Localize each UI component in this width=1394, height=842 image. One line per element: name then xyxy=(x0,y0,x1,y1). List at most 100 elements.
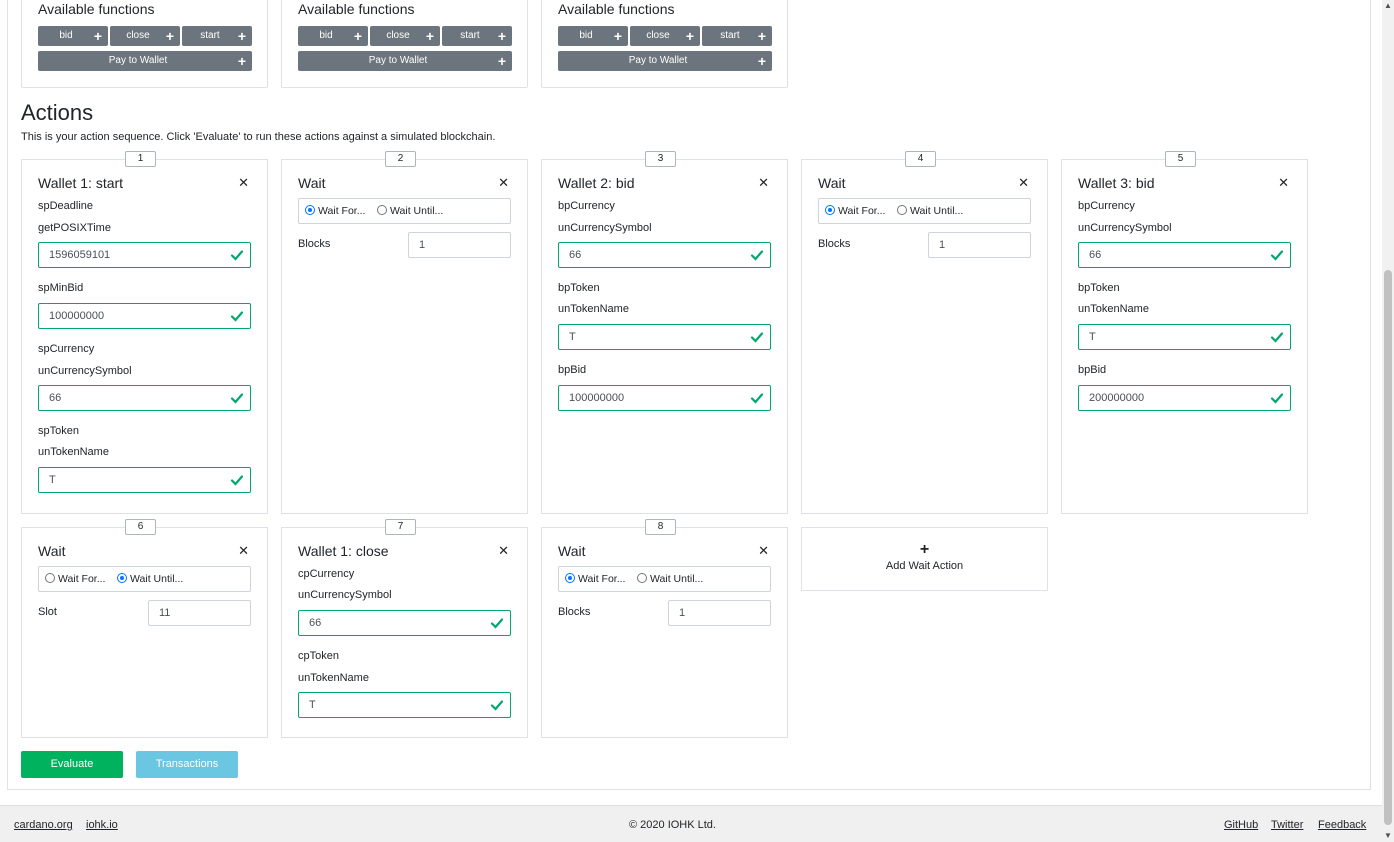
currency-symbol-input[interactable]: 66 xyxy=(298,610,511,636)
field-label: unCurrencySymbol xyxy=(558,222,652,234)
action-card-wait: 4 Wait ✕ Wait For... Wait Until... Block… xyxy=(801,151,1048,514)
field-label: unCurrencySymbol xyxy=(38,365,132,377)
close-icon[interactable]: ✕ xyxy=(498,176,509,190)
action-card-wait: 2 Wait ✕ Wait For... Wait Until... Block… xyxy=(281,151,528,514)
plus-icon: + xyxy=(757,53,766,69)
field-label: spDeadline xyxy=(38,200,94,212)
close-function-button[interactable]: close + xyxy=(370,26,440,46)
evaluate-button[interactable]: Evaluate xyxy=(21,751,123,778)
plus-icon: + xyxy=(165,28,174,44)
footer-link-github[interactable]: GitHub xyxy=(1224,819,1258,831)
field-label: bpCurrency xyxy=(558,200,615,212)
field-label: Blocks xyxy=(298,238,331,250)
close-icon[interactable]: ✕ xyxy=(238,544,249,558)
wait-until-radio[interactable]: Wait Until... xyxy=(377,205,443,217)
blocks-input[interactable]: 1 xyxy=(668,600,771,626)
check-icon xyxy=(230,393,244,404)
plus-icon: + xyxy=(425,28,434,44)
field-label: bpCurrency xyxy=(1078,200,1135,212)
footer-link-cardano[interactable]: cardano.org xyxy=(14,819,73,831)
action-title: Wait xyxy=(38,543,66,559)
action-index-badge: 6 xyxy=(125,519,156,535)
close-icon[interactable]: ✕ xyxy=(758,544,769,558)
action-card-wallet-2-bid: 3 Wallet 2: bid ✕ bpCurrency unCurrencyS… xyxy=(541,151,788,514)
token-name-input[interactable]: T xyxy=(38,467,251,493)
plus-icon: + xyxy=(237,53,246,69)
footer-link-iohk[interactable]: iohk.io xyxy=(86,819,118,831)
field-label: bpToken xyxy=(1078,282,1120,294)
field-label: Slot xyxy=(38,606,57,618)
check-icon xyxy=(750,393,764,404)
token-name-input[interactable]: T xyxy=(298,692,511,718)
start-function-button[interactable]: start + xyxy=(182,26,252,46)
field-label: unTokenName xyxy=(1078,303,1149,315)
bid-function-button[interactable]: bid + xyxy=(38,26,108,46)
wait-until-radio[interactable]: Wait Until... xyxy=(637,573,703,585)
field-label: Blocks xyxy=(818,238,851,250)
bid-amount-input[interactable]: 100000000 xyxy=(558,385,771,411)
check-icon xyxy=(490,700,504,711)
close-function-button[interactable]: close + xyxy=(110,26,180,46)
wait-until-radio[interactable]: Wait Until... xyxy=(897,205,963,217)
check-icon xyxy=(1270,332,1284,343)
plus-icon: + xyxy=(237,28,246,44)
wallet-functions-card-2: Available functions bid + close + start + P… xyxy=(281,0,528,88)
blocks-input[interactable]: 1 xyxy=(408,232,511,258)
currency-symbol-input[interactable]: 66 xyxy=(558,242,771,268)
check-icon xyxy=(230,250,244,261)
start-function-button[interactable]: start + xyxy=(442,26,512,46)
wait-until-radio[interactable]: Wait Until... xyxy=(117,573,183,585)
close-icon[interactable]: ✕ xyxy=(758,176,769,190)
field-label: spToken xyxy=(38,425,79,437)
wait-for-radio[interactable]: Wait For... xyxy=(565,573,625,585)
close-function-button[interactable]: close + xyxy=(630,26,700,46)
action-title: Wait xyxy=(298,175,326,191)
close-icon[interactable]: ✕ xyxy=(1018,176,1029,190)
posix-time-input[interactable]: 1596059101 xyxy=(38,242,251,268)
available-functions-title: Available functions xyxy=(38,1,155,17)
wait-for-radio[interactable]: Wait For... xyxy=(305,205,365,217)
scrollbar-thumb[interactable] xyxy=(1384,270,1392,825)
field-label: unTokenName xyxy=(298,672,369,684)
bid-amount-input[interactable]: 200000000 xyxy=(1078,385,1291,411)
scroll-up-icon[interactable]: ▲ xyxy=(1382,0,1394,12)
scroll-down-icon[interactable]: ▼ xyxy=(1382,830,1394,842)
wait-for-radio[interactable]: Wait For... xyxy=(825,205,885,217)
check-icon xyxy=(230,475,244,486)
field-label: unTokenName xyxy=(38,446,109,458)
pay-to-wallet-button[interactable]: Pay to Wallet + xyxy=(558,51,772,71)
blocks-input[interactable]: 1 xyxy=(928,232,1031,258)
pay-to-wallet-button[interactable]: Pay to Wallet + xyxy=(38,51,252,71)
bid-function-button[interactable]: bid + xyxy=(298,26,368,46)
footer-link-twitter[interactable]: Twitter xyxy=(1271,819,1303,831)
plus-icon: + xyxy=(685,28,694,44)
close-icon[interactable]: ✕ xyxy=(238,176,249,190)
field-label: spCurrency xyxy=(38,343,95,355)
pay-to-wallet-button[interactable]: Pay to Wallet + xyxy=(298,51,512,71)
start-function-button[interactable]: start + xyxy=(702,26,772,46)
plus-icon: + xyxy=(497,53,506,69)
available-functions-title: Available functions xyxy=(298,1,415,17)
bid-function-button[interactable]: bid + xyxy=(558,26,628,46)
wait-mode-selector: Wait For... Wait Until... xyxy=(818,198,1031,224)
wait-mode-selector: Wait For... Wait Until... xyxy=(38,566,251,592)
check-icon xyxy=(1270,250,1284,261)
close-icon[interactable]: ✕ xyxy=(1278,176,1289,190)
currency-symbol-input[interactable]: 66 xyxy=(1078,242,1291,268)
add-wait-action-button[interactable]: + Add Wait Action xyxy=(801,527,1048,591)
wait-for-radio[interactable]: Wait For... xyxy=(45,573,105,585)
wallet-functions-card-1: Available functions bid + close + start + P… xyxy=(21,0,268,88)
slot-input[interactable]: 11 xyxy=(148,600,251,626)
min-bid-input[interactable]: 100000000 xyxy=(38,303,251,329)
currency-symbol-input[interactable]: 66 xyxy=(38,385,251,411)
action-title: Wallet 1: start xyxy=(38,175,124,191)
plus-icon: + xyxy=(353,28,362,44)
token-name-input[interactable]: T xyxy=(558,324,771,350)
close-icon[interactable]: ✕ xyxy=(498,544,509,558)
action-index-badge: 8 xyxy=(645,519,676,535)
token-name-input[interactable]: T xyxy=(1078,324,1291,350)
footer-link-feedback[interactable]: Feedback xyxy=(1318,819,1366,831)
action-index-badge: 7 xyxy=(385,519,416,535)
transactions-button[interactable]: Transactions xyxy=(136,751,238,778)
vertical-scrollbar[interactable]: ▲ ▼ xyxy=(1382,0,1394,842)
